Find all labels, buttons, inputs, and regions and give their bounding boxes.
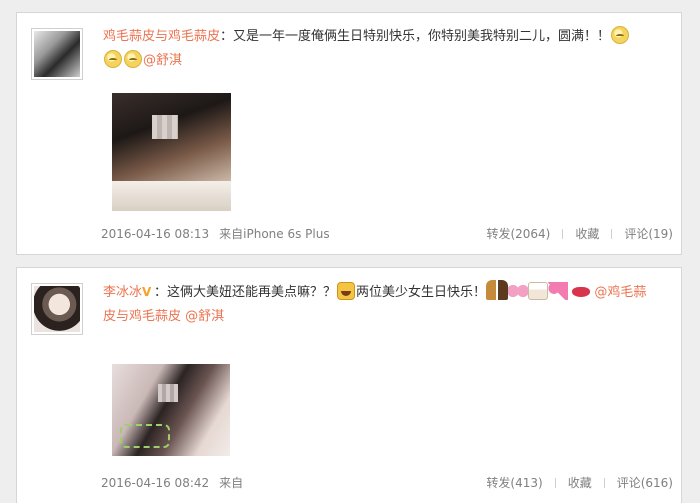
post-actions: 转发(2064) 收藏 评论(19)	[486, 225, 673, 242]
post-source: 来自iPhone 6s Plus	[219, 227, 330, 241]
blurred-face	[158, 384, 178, 402]
avatar[interactable]	[31, 28, 83, 80]
heart-icon	[548, 282, 569, 300]
divider	[603, 477, 605, 488]
post-photo[interactable]	[112, 93, 231, 211]
author-name[interactable]: 鸡毛蒜皮与鸡毛蒜皮	[103, 29, 220, 44]
post-content: 李冰冰V ：这俩大美妞还能再美点嘛？？ 两位美少女生日快乐！ @鸡毛蒜 皮与鸡毛蒜皮…	[103, 280, 671, 329]
post-meta: 2016-04-16 08:13 来自iPhone 6s Plus	[101, 225, 330, 242]
colon: ：	[154, 285, 168, 300]
mention-link[interactable]: @鸡毛蒜	[594, 285, 646, 300]
divider	[611, 228, 613, 239]
post-text: 两位美少女生日快乐！	[356, 285, 487, 300]
post-text: 又是一年一度俺俩生日特别快乐，你特别美我特别二儿，圆满！！	[233, 29, 611, 44]
divider	[562, 228, 564, 239]
mention-link[interactable]: @舒淇	[185, 309, 224, 324]
avatar-image	[34, 31, 80, 77]
mention-link-continued[interactable]: 皮与鸡毛蒜皮	[103, 309, 181, 324]
post-photo[interactable]	[112, 364, 230, 456]
timestamp[interactable]: 2016-04-16 08:13	[101, 227, 209, 241]
repost-button[interactable]: 转发(2064)	[486, 225, 550, 242]
sleepy-face-icon	[104, 50, 122, 68]
bow-icon	[508, 283, 529, 299]
mention-link[interactable]: @舒淇	[143, 53, 182, 68]
favorite-button[interactable]: 收藏	[568, 474, 592, 491]
post-meta: 2016-04-16 08:42 来自	[101, 474, 243, 491]
crying-face-icon	[337, 282, 356, 300]
avatar-image	[34, 286, 80, 332]
colon: ：	[220, 29, 234, 44]
couple-icon	[486, 280, 509, 300]
repost-button[interactable]: 转发(413)	[486, 474, 542, 491]
comment-button[interactable]: 评论(616)	[617, 474, 673, 491]
cake-icon	[528, 282, 549, 300]
post-text: 这俩大美妞还能再美点嘛？？	[167, 285, 337, 300]
post-actions: 转发(413) 收藏 评论(616)	[486, 474, 673, 491]
comment-button[interactable]: 评论(19)	[624, 225, 673, 242]
lips-icon	[572, 287, 591, 297]
weibo-post-card: 鸡毛蒜皮与鸡毛蒜皮：又是一年一度俺俩生日特别快乐，你特别美我特别二儿，圆满！！ …	[16, 12, 682, 255]
post-content: 鸡毛蒜皮与鸡毛蒜皮：又是一年一度俺俩生日特别快乐，你特别美我特别二儿，圆满！！ …	[103, 25, 671, 73]
photo-sign	[120, 424, 170, 448]
avatar[interactable]	[31, 283, 83, 335]
post-source: 来自	[219, 476, 244, 490]
sleepy-face-icon	[611, 26, 630, 44]
verified-badge-icon[interactable]: V	[142, 286, 154, 298]
weibo-post-card: 李冰冰V ：这俩大美妞还能再美点嘛？？ 两位美少女生日快乐！ @鸡毛蒜 皮与鸡毛蒜皮…	[16, 267, 682, 503]
photo-table	[112, 181, 231, 211]
divider	[554, 477, 556, 488]
author-name[interactable]: 李冰冰	[103, 285, 142, 300]
timestamp[interactable]: 2016-04-16 08:42	[101, 476, 209, 490]
sleepy-face-icon	[124, 50, 142, 68]
blurred-face	[152, 115, 178, 139]
favorite-button[interactable]: 收藏	[575, 225, 599, 242]
